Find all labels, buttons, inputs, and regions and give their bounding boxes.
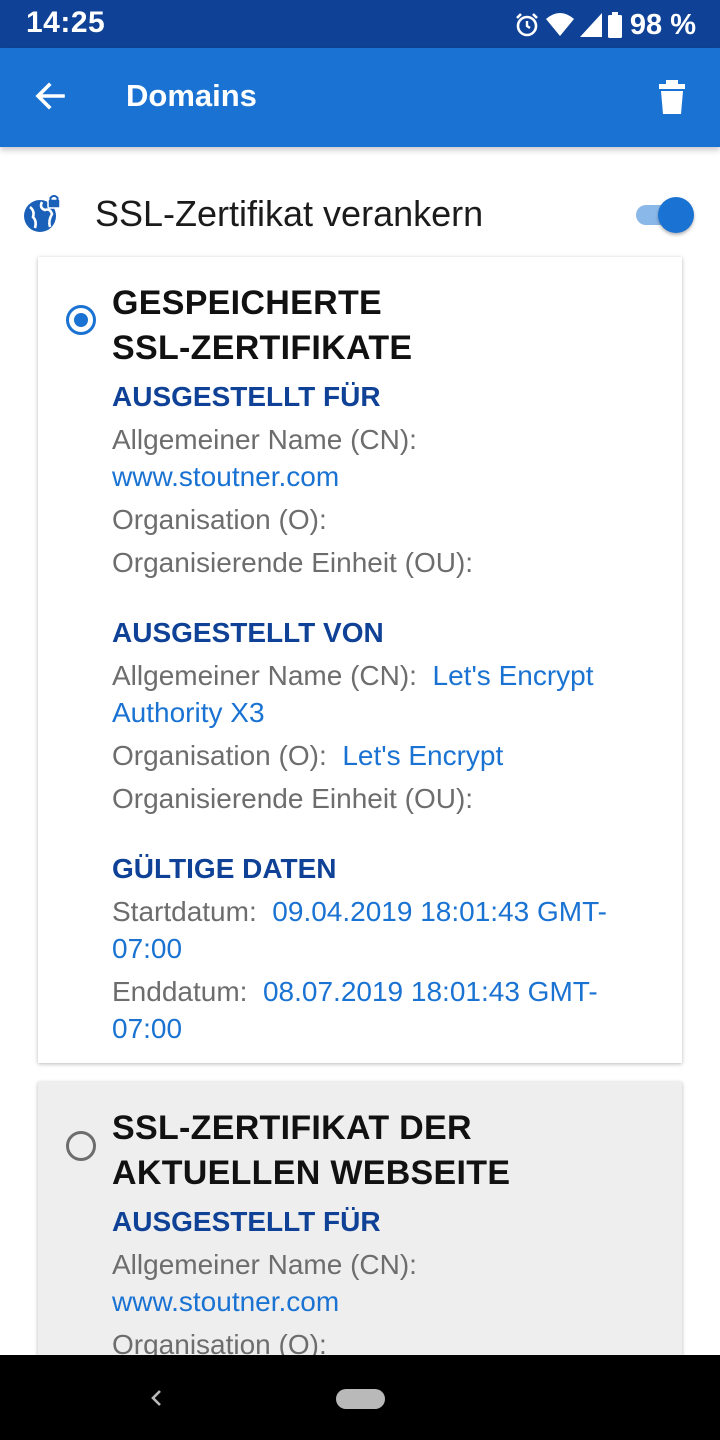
content: SSL-Zertifikat verankern GESPEICHERTE SS…	[0, 147, 720, 1355]
nav-back-button[interactable]	[144, 1383, 168, 1413]
field-label: Enddatum:	[112, 976, 248, 1007]
current-certificate-radio[interactable]	[66, 1131, 96, 1161]
field-value: Let's Encrypt	[342, 740, 504, 771]
back-button[interactable]	[28, 74, 72, 118]
current-certificate-card[interactable]: SSL-ZERTIFIKAT DER AKTUELLEN WEBSEITE AU…	[38, 1082, 682, 1355]
status-bar: 14:25 98 %	[0, 0, 720, 48]
issued-to-cn: Allgemeiner Name (CN): www.stoutner.com	[112, 1246, 662, 1320]
field-label: Allgemeiner Name (CN):	[112, 1249, 417, 1280]
start-date: Startdatum: 09.04.2019 18:01:43 GMT-07:0…	[112, 893, 662, 967]
issued-to-ou: Organisierende Einheit (OU):	[112, 544, 662, 581]
battery-icon	[607, 12, 622, 38]
title-line: SSL-ZERTIFIKATE	[112, 329, 413, 367]
field-label: Allgemeiner Name (CN):	[112, 424, 417, 455]
globe-lock-icon	[24, 195, 61, 232]
issued-by-cn: Allgemeiner Name (CN): Let's Encrypt Aut…	[112, 657, 662, 731]
field-label: Startdatum:	[112, 896, 257, 927]
issued-to-cn: Allgemeiner Name (CN): www.stoutner.com	[112, 421, 662, 495]
current-certificate-body: SSL-ZERTIFIKAT DER AKTUELLEN WEBSEITE AU…	[112, 1106, 662, 1355]
page-title: Domains	[126, 78, 257, 113]
chevron-left-icon	[151, 1390, 161, 1406]
navigation-bar	[0, 1355, 720, 1440]
current-certificate-title: SSL-ZERTIFIKAT DER AKTUELLEN WEBSEITE	[112, 1106, 662, 1196]
title-line: GESPEICHERTE	[112, 284, 382, 322]
trash-icon	[659, 80, 685, 114]
field-value: www.stoutner.com	[112, 461, 340, 492]
field-label: Organisation (O):	[112, 504, 327, 535]
issued-by-o: Organisation (O): Let's Encrypt	[112, 737, 662, 774]
stored-certificate-radio[interactable]	[66, 305, 96, 335]
nav-home-pill[interactable]	[336, 1389, 385, 1409]
issued-to-heading: AUSGESTELLT FÜR	[112, 381, 381, 412]
issued-by-heading: AUSGESTELLT VON	[112, 617, 384, 648]
field-label: Organisation (O):	[112, 1329, 327, 1355]
wifi-icon	[545, 13, 574, 36]
battery-percent: 98 %	[629, 8, 696, 41]
valid-dates-heading: GÜLTIGE DATEN	[112, 853, 337, 884]
field-label: Organisation (O):	[112, 740, 327, 771]
status-icons: 98 %	[514, 8, 696, 42]
app-bar: Domains	[0, 48, 720, 147]
pin-certificate-row: SSL-Zertifikat verankern	[0, 187, 720, 241]
delete-button[interactable]	[650, 74, 694, 120]
pin-certificate-toggle[interactable]	[632, 193, 694, 235]
pin-certificate-label: SSL-Zertifikat verankern	[95, 193, 484, 234]
field-label: Organisierende Einheit (OU):	[112, 783, 474, 814]
field-value: www.stoutner.com	[112, 1286, 340, 1317]
issued-to-o: Organisation (O):	[112, 1326, 662, 1355]
stored-certificate-card[interactable]: GESPEICHERTE SSL-ZERTIFIKATE AUSGESTELLT…	[38, 257, 682, 1063]
field-label: Allgemeiner Name (CN):	[112, 660, 417, 691]
alarm-icon	[515, 13, 538, 37]
title-line: AKTUELLEN WEBSEITE	[112, 1154, 511, 1192]
toggle-thumb	[658, 197, 694, 233]
end-date: Enddatum: 08.07.2019 18:01:43 GMT-07:00	[112, 973, 662, 1047]
issued-to-heading: AUSGESTELLT FÜR	[112, 1206, 381, 1237]
cell-signal-icon	[579, 13, 602, 37]
issued-to-o: Organisation (O):	[112, 501, 662, 538]
arrow-back-icon	[35, 82, 65, 110]
stored-certificate-title: GESPEICHERTE SSL-ZERTIFIKATE	[112, 281, 662, 371]
title-line: SSL-ZERTIFIKAT DER	[112, 1109, 472, 1147]
status-time: 14:25	[26, 6, 106, 39]
field-label: Organisierende Einheit (OU):	[112, 547, 474, 578]
stored-certificate-body: GESPEICHERTE SSL-ZERTIFIKATE AUSGESTELLT…	[112, 281, 662, 1047]
issued-by-ou: Organisierende Einheit (OU):	[112, 780, 662, 817]
